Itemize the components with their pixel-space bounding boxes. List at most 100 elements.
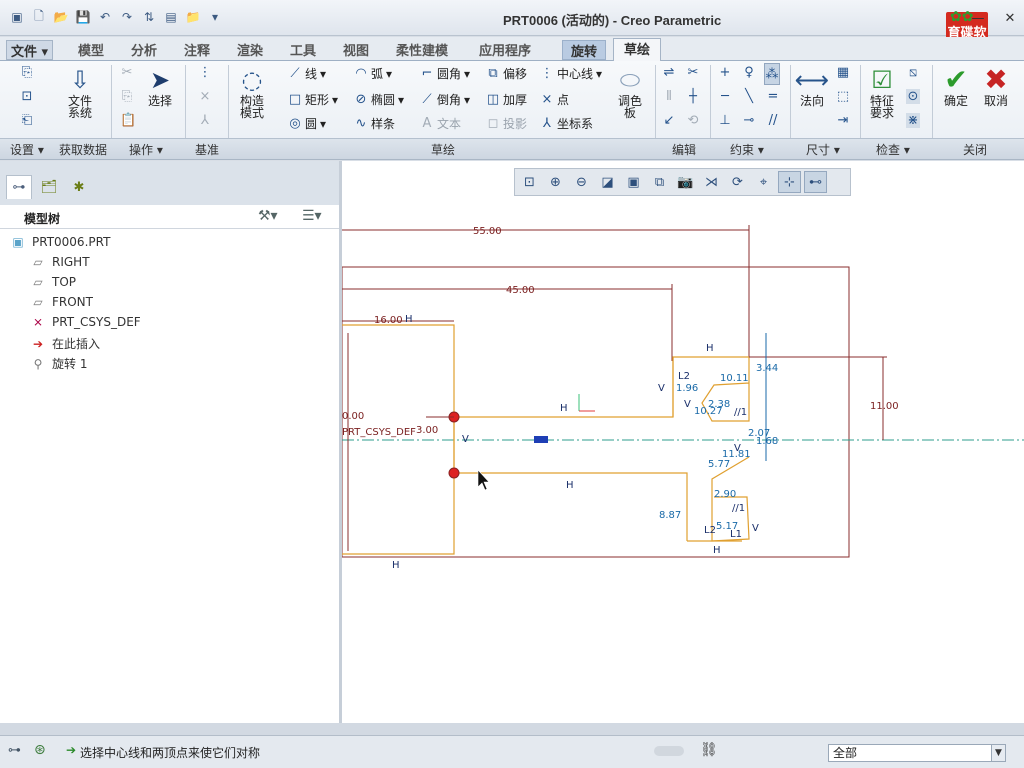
cancel-button[interactable]: ✖ 取消 bbox=[980, 65, 1012, 108]
model-tree-tab-icon[interactable]: ⊶ bbox=[6, 175, 32, 199]
centerline-button[interactable]: ⋮ 中心线 ▾ bbox=[540, 65, 603, 82]
group-setup[interactable]: 设置 ▾ bbox=[10, 141, 44, 158]
dim-168-text[interactable]: 1.68 bbox=[756, 436, 778, 447]
datum-display-icon[interactable]: ⋊ bbox=[700, 171, 723, 193]
undo-icon[interactable]: ↶ bbox=[96, 8, 114, 26]
text-button[interactable]: A 文本 bbox=[420, 115, 461, 132]
tree-item-insert-here[interactable]: ➔ 在此插入 bbox=[30, 335, 100, 352]
graphics-window[interactable]: 55.00 45.00 16.00 H 0.00 H 3.00 V PRT_CS… bbox=[342, 161, 1024, 723]
minimize-icon[interactable]: — bbox=[970, 10, 986, 26]
chevron-down-icon[interactable]: ▼ bbox=[991, 745, 1005, 761]
divide-button[interactable]: ↙ bbox=[662, 113, 676, 128]
dim-11-text[interactable]: 11.00 bbox=[870, 401, 899, 412]
feature-requirements-button[interactable]: ☑ 特征要求 bbox=[866, 65, 898, 119]
fillet-button[interactable]: ⌐ 圆角 ▾ bbox=[420, 65, 471, 82]
show-menu-icon[interactable]: ☰▾ bbox=[302, 208, 322, 224]
perimeter-dimension-button[interactable]: ▦ bbox=[836, 65, 850, 80]
view-manager-icon[interactable]: 📷 bbox=[674, 171, 697, 193]
tab-model[interactable]: 模型 bbox=[78, 40, 104, 60]
new-file-icon[interactable]: 🗋 bbox=[30, 8, 48, 26]
dim-290-text[interactable]: 2.90 bbox=[714, 489, 736, 500]
tangent-constraint-button[interactable]: ♀ bbox=[742, 65, 756, 80]
ok-button[interactable]: ✔ 确定 bbox=[940, 65, 972, 108]
dim-0-text[interactable]: 0.00 bbox=[342, 411, 364, 422]
arc-button[interactable]: ◠ 弧 ▾ bbox=[354, 65, 392, 82]
vertical-constraint-button[interactable]: + bbox=[718, 65, 732, 80]
group-dimension[interactable]: 尺寸 ▾ bbox=[806, 141, 840, 158]
horizontal-constraint-button[interactable]: ─ bbox=[718, 89, 732, 104]
tree-item-part[interactable]: ▣ PRT0006.PRT bbox=[10, 235, 110, 249]
redo-icon[interactable]: ↷ bbox=[118, 8, 136, 26]
dim-3-text[interactable]: 3.00 bbox=[416, 425, 438, 436]
perpendicular-constraint-button[interactable]: ⊥ bbox=[718, 113, 732, 128]
app-icon[interactable]: ▣ bbox=[8, 8, 26, 26]
highlight-open-ends-button[interactable]: ⧅ bbox=[906, 65, 920, 80]
dim-238-text[interactable]: 2.38 bbox=[708, 399, 730, 410]
tree-item-front-plane[interactable]: ▱ FRONT bbox=[30, 295, 93, 309]
close-window-icon[interactable]: 📁 bbox=[184, 8, 202, 26]
windows-icon[interactable]: ▤ bbox=[162, 8, 180, 26]
repaint-icon[interactable]: ◪ bbox=[596, 171, 619, 193]
vertex-bottom[interactable] bbox=[448, 467, 460, 479]
coincident-constraint-button[interactable]: ⊸ bbox=[742, 113, 756, 128]
dim-196-text[interactable]: 1.96 bbox=[676, 383, 698, 394]
dim-344-text[interactable]: 3.44 bbox=[756, 363, 778, 374]
datum-centerline-button[interactable]: ⋮ bbox=[198, 65, 212, 80]
delete-segment-button[interactable]: ✂ bbox=[686, 65, 700, 80]
find-icon[interactable]: ⛓ bbox=[700, 742, 718, 758]
line-button[interactable]: ⟋ 线 ▾ bbox=[288, 65, 326, 82]
tree-item-top-plane[interactable]: ▱ TOP bbox=[30, 275, 76, 289]
dim-45-text[interactable]: 45.00 bbox=[506, 285, 535, 296]
circle-button[interactable]: ◎ 圆 ▾ bbox=[288, 115, 326, 132]
spline-button[interactable]: ∿ 样条 bbox=[354, 115, 395, 132]
zoom-out-icon[interactable]: ⊖ bbox=[570, 171, 593, 193]
sketch-view-button[interactable]: ⎗ bbox=[20, 113, 34, 128]
save-icon[interactable]: 💾 bbox=[74, 8, 92, 26]
tab-sketch[interactable]: 草绘 bbox=[613, 38, 662, 61]
rotate-resize-button[interactable]: ⟲ bbox=[686, 113, 700, 128]
tab-tools[interactable]: 工具 bbox=[290, 40, 316, 60]
cut-button[interactable]: ✂ bbox=[120, 65, 134, 80]
spin-center-icon[interactable]: ⟳ bbox=[726, 171, 749, 193]
tab-file[interactable]: 文件 ▾ bbox=[6, 40, 54, 60]
close-icon[interactable]: ✕ bbox=[1002, 10, 1018, 26]
parallel-constraint-button[interactable]: // bbox=[766, 113, 780, 128]
coordinate-system-button[interactable]: ⅄ 坐标系 bbox=[540, 115, 593, 132]
tree-item-right-plane[interactable]: ▱ RIGHT bbox=[30, 255, 89, 269]
file-system-button[interactable]: ⇩ 文件系统 bbox=[64, 65, 96, 119]
annotation-display-icon[interactable]: ⌖ bbox=[752, 171, 775, 193]
sketch-drawing[interactable]: 55.00 45.00 16.00 H 0.00 H 3.00 V PRT_CS… bbox=[342, 161, 1024, 723]
mirror-button[interactable]: ⫴ bbox=[662, 89, 676, 104]
saved-orientations-icon[interactable]: ⧉ bbox=[648, 171, 671, 193]
tab-render[interactable]: 渲染 bbox=[237, 40, 263, 60]
tab-annotate[interactable]: 注释 bbox=[184, 40, 210, 60]
group-operations[interactable]: 操作 ▾ bbox=[129, 141, 163, 158]
paste-button[interactable]: 📋 bbox=[120, 113, 136, 128]
dimension-display-icon[interactable]: ⊹ bbox=[778, 171, 801, 193]
dim-55-text[interactable]: 55.00 bbox=[473, 226, 502, 237]
tree-item-csys[interactable]: ⨯ PRT_CSYS_DEF bbox=[30, 315, 141, 329]
group-constrain[interactable]: 约束 ▾ bbox=[730, 141, 764, 158]
refit-icon[interactable]: ⊡ bbox=[518, 171, 541, 193]
tab-revolve[interactable]: 旋转 bbox=[562, 40, 607, 60]
constraint-display-icon[interactable]: ⊷ bbox=[804, 171, 827, 193]
reference-dimension-button[interactable]: ⬚ bbox=[836, 89, 850, 104]
dim-887-text[interactable]: 8.87 bbox=[659, 510, 681, 521]
copy-button[interactable]: ⎘ bbox=[120, 89, 134, 104]
dim-577-text[interactable]: 5.77 bbox=[708, 459, 730, 470]
baseline-dimension-button[interactable]: ⇥ bbox=[836, 113, 850, 128]
customize-dropdown-icon[interactable]: ▾ bbox=[206, 8, 224, 26]
tab-applications[interactable]: 应用程序 bbox=[479, 40, 531, 60]
datum-point-button[interactable]: × bbox=[198, 89, 212, 104]
modify-button[interactable]: ⇌ bbox=[662, 65, 676, 80]
references-button[interactable]: ⊡ bbox=[20, 89, 34, 104]
dim-16-text[interactable]: 16.00 bbox=[374, 315, 403, 326]
favorites-tab-icon[interactable]: ✱ bbox=[66, 175, 92, 199]
regenerate-icon[interactable]: ⇅ bbox=[140, 8, 158, 26]
ellipse-button[interactable]: ⊘ 椭圆 ▾ bbox=[354, 91, 405, 108]
offset-button[interactable]: ⧉ 偏移 bbox=[486, 65, 527, 82]
group-inspect[interactable]: 检查 ▾ bbox=[876, 141, 910, 158]
midpoint-constraint-button[interactable]: ╲ bbox=[742, 89, 756, 104]
folder-browser-tab-icon[interactable]: 🗂 bbox=[36, 175, 62, 199]
zoom-in-icon[interactable]: ⊕ bbox=[544, 171, 567, 193]
